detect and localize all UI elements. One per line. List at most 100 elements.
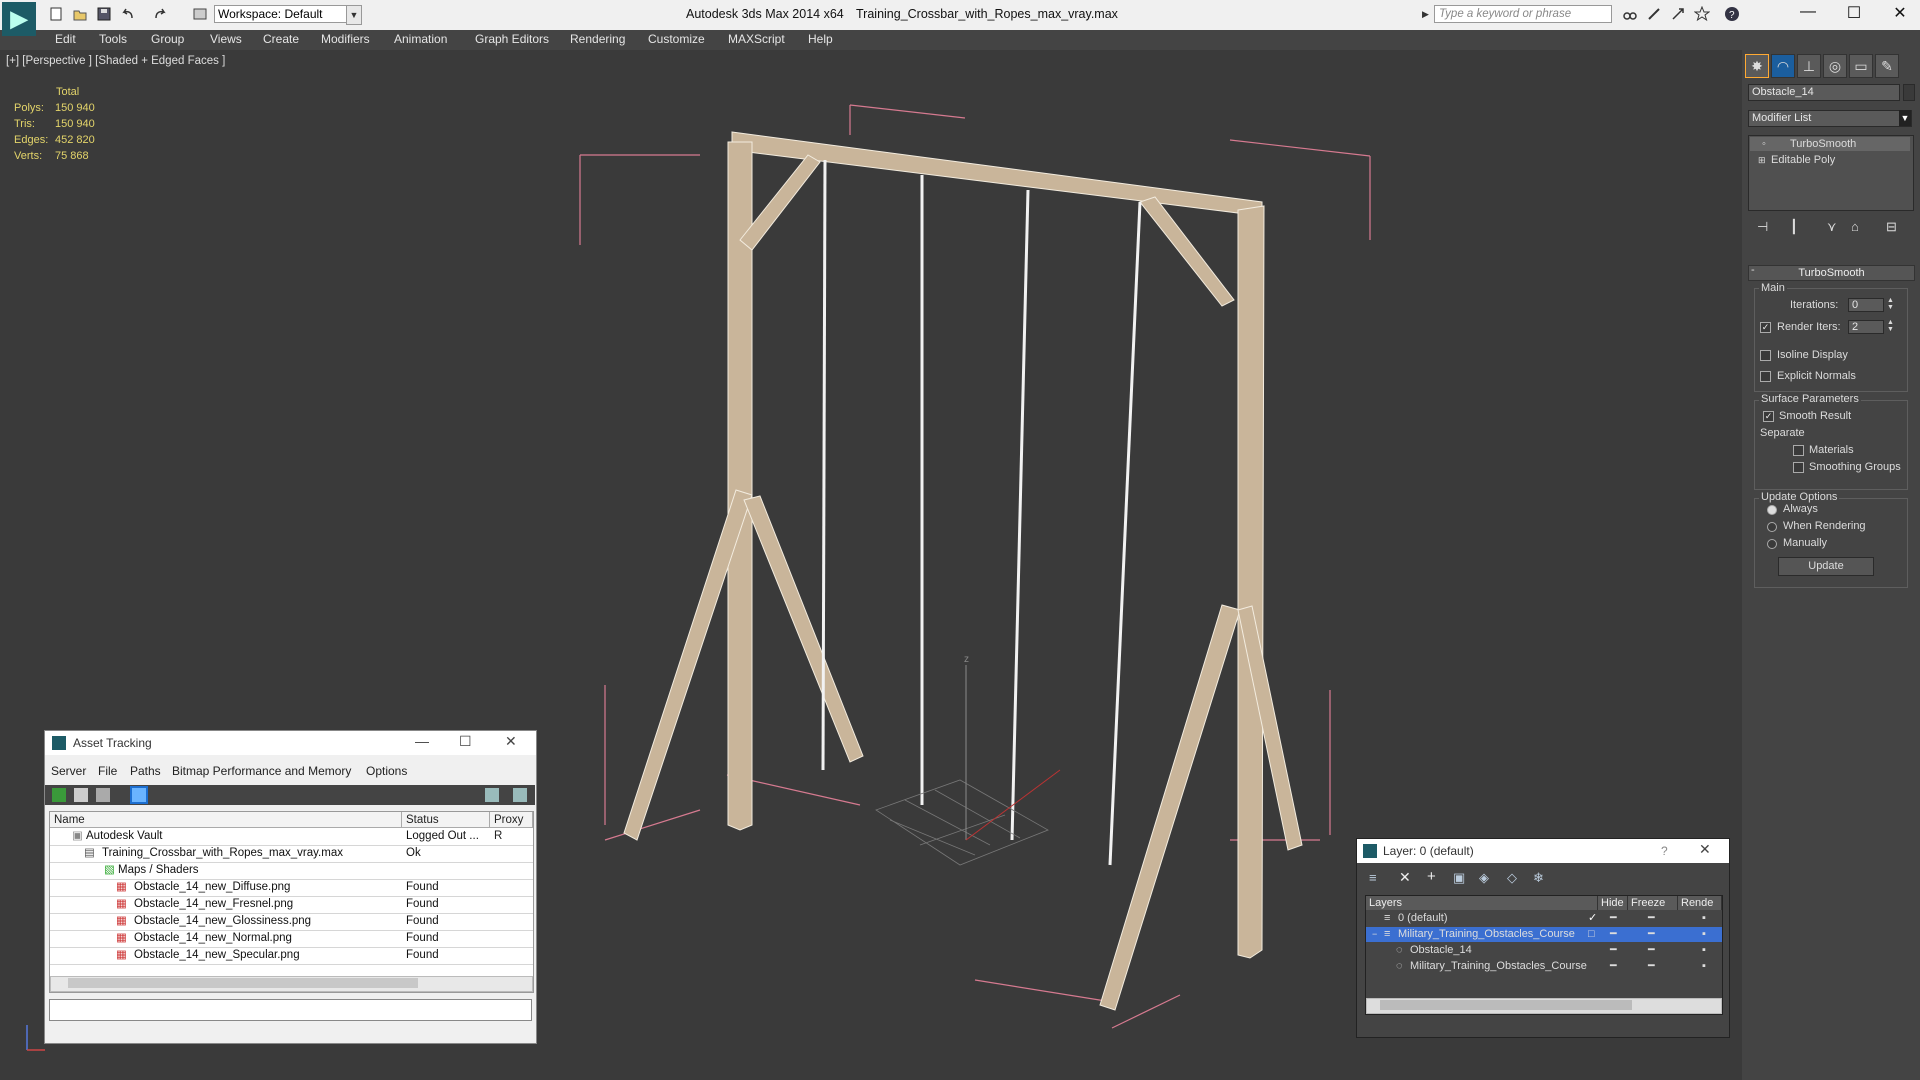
- layer-row[interactable]: ◌ Military_Training_Obstacles_Course ━ ━ ▪: [1366, 959, 1722, 974]
- stack-item-turbosmooth[interactable]: TurboSmooth: [1790, 138, 1856, 150]
- freeze-all-icon[interactable]: ❄: [1533, 870, 1544, 886]
- asset-scroll-thumb[interactable]: [68, 978, 418, 988]
- binoculars-icon[interactable]: [1622, 6, 1638, 22]
- turbosmooth-rollout-header[interactable]: TurboSmooth: [1748, 265, 1915, 281]
- subscription-icon[interactable]: [1646, 6, 1662, 22]
- save-icon[interactable]: [96, 6, 112, 22]
- render-toggle-icon[interactable]: ▪: [1702, 959, 1706, 974]
- menu-maxscript[interactable]: MAXScript: [728, 32, 785, 46]
- rollout-collapse-icon[interactable]: -: [1751, 264, 1755, 276]
- display-tab-icon[interactable]: ▭: [1849, 54, 1873, 78]
- stack-item-editable-poly[interactable]: Editable Poly: [1771, 154, 1835, 166]
- menu-customize[interactable]: Customize: [648, 32, 705, 46]
- layer-row[interactable]: ◌ Obstacle_14 ━ ━ ▪: [1366, 943, 1722, 958]
- render-iters-spinner-arrows-icon[interactable]: ▲ ▼: [1887, 319, 1894, 333]
- layer-scroll-thumb[interactable]: [1380, 1000, 1632, 1010]
- 3dsmax-logo-icon[interactable]: ▶: [2, 2, 36, 36]
- update-button[interactable]: Update: [1778, 557, 1874, 576]
- stack-bulb-icon[interactable]: ◦: [1762, 138, 1766, 150]
- layer-row[interactable]: ≡ 0 (default) ✓ ━ ━ ▪: [1366, 911, 1722, 926]
- asset-settings-icon[interactable]: [513, 788, 527, 802]
- object-color-swatch[interactable]: [1903, 84, 1915, 101]
- freeze-toggle-icon[interactable]: ━: [1648, 959, 1655, 974]
- refresh-icon[interactable]: [52, 788, 66, 802]
- render-toggle-icon[interactable]: ▪: [1702, 943, 1706, 958]
- table-row[interactable]: ▦ Obstacle_14_new_Normal.png Found: [50, 930, 533, 948]
- workspace-dropdown-arrow-icon[interactable]: ▼: [346, 5, 362, 25]
- asset-help-icon[interactable]: [485, 788, 499, 802]
- hide-toggle-icon[interactable]: ━: [1610, 959, 1617, 974]
- always-radio[interactable]: [1767, 505, 1777, 515]
- col-name[interactable]: Name: [50, 812, 402, 828]
- delete-layer-icon[interactable]: ✕: [1399, 869, 1411, 886]
- col-render[interactable]: Rende: [1678, 896, 1722, 910]
- col-hide[interactable]: Hide: [1598, 896, 1628, 910]
- modifier-list-arrow-icon[interactable]: ▼: [1899, 110, 1911, 126]
- layer-collapse-icon[interactable]: −: [1372, 927, 1377, 942]
- highlight-layer-icon[interactable]: ◈: [1479, 870, 1489, 886]
- list-view-icon[interactable]: [74, 788, 88, 802]
- minimize-icon[interactable]: —: [1788, 3, 1828, 21]
- render-toggle-icon[interactable]: ▪: [1702, 927, 1706, 942]
- layer-help-icon[interactable]: ?: [1661, 844, 1668, 858]
- materials-checkbox[interactable]: [1793, 445, 1804, 456]
- modifier-list-dropdown[interactable]: Modifier List: [1748, 110, 1912, 127]
- thumbnail-view-icon[interactable]: [96, 788, 110, 802]
- redo-icon[interactable]: [152, 6, 168, 22]
- menu-edit[interactable]: Edit: [55, 32, 76, 46]
- pin-stack-icon[interactable]: ⊣: [1757, 219, 1768, 235]
- asset-menu-file[interactable]: File: [98, 764, 117, 778]
- create-layer-icon[interactable]: ≡: [1369, 870, 1377, 885]
- menu-graph-editors[interactable]: Graph Editors: [475, 32, 549, 46]
- project-folder-icon[interactable]: [192, 6, 208, 22]
- freeze-toggle-icon[interactable]: ━: [1648, 927, 1655, 942]
- hide-toggle-icon[interactable]: ━: [1610, 943, 1617, 958]
- iterations-spinner[interactable]: 0: [1848, 298, 1884, 312]
- render-toggle-icon[interactable]: ▪: [1702, 911, 1706, 926]
- motion-tab-icon[interactable]: ◎: [1823, 54, 1847, 78]
- search-input[interactable]: Type a keyword or phrase: [1434, 5, 1612, 23]
- table-row[interactable]: ▦ Obstacle_14_new_Glossiness.png Found: [50, 913, 533, 931]
- menu-modifiers[interactable]: Modifiers: [321, 32, 370, 46]
- asset-menu-bitmap-performance[interactable]: Bitmap Performance and Memory: [172, 764, 351, 778]
- asset-menu-server[interactable]: Server: [51, 764, 86, 778]
- smoothing-groups-checkbox[interactable]: [1793, 462, 1804, 473]
- communication-center-icon[interactable]: [1670, 6, 1686, 22]
- col-status[interactable]: Status: [402, 812, 490, 828]
- hide-toggle-icon[interactable]: ━: [1610, 927, 1617, 942]
- freeze-toggle-icon[interactable]: ━: [1648, 943, 1655, 958]
- modify-tab-icon[interactable]: ◠: [1771, 54, 1795, 78]
- close-icon[interactable]: ✕: [1880, 3, 1920, 23]
- table-row[interactable]: ▧ Maps / Shaders: [50, 862, 533, 880]
- select-in-layer-icon[interactable]: ▣: [1453, 870, 1465, 886]
- remove-modifier-icon[interactable]: ⌂: [1851, 219, 1859, 234]
- table-row[interactable]: ▦ Obstacle_14_new_Fresnel.png Found: [50, 896, 533, 914]
- menu-tools[interactable]: Tools: [99, 32, 127, 46]
- hierarchy-tab-icon[interactable]: ⊥: [1797, 54, 1821, 78]
- smooth-result-checkbox[interactable]: ✓: [1763, 411, 1774, 422]
- stack-expand-icon[interactable]: ⊞: [1758, 155, 1766, 166]
- explicit-normals-checkbox[interactable]: [1760, 371, 1771, 382]
- render-iters-checkbox[interactable]: ✓: [1760, 322, 1771, 333]
- current-layer-check-icon[interactable]: ✓: [1588, 911, 1597, 926]
- new-file-icon[interactable]: [48, 6, 64, 22]
- menu-create[interactable]: Create: [263, 32, 299, 46]
- menu-help[interactable]: Help: [808, 32, 833, 46]
- make-unique-icon[interactable]: ⋎: [1827, 219, 1837, 235]
- freeze-toggle-icon[interactable]: ━: [1648, 911, 1655, 926]
- col-layers[interactable]: Layers: [1366, 896, 1598, 910]
- menu-group[interactable]: Group: [151, 32, 184, 46]
- when-rendering-radio[interactable]: [1767, 522, 1777, 532]
- table-view-icon[interactable]: [130, 786, 148, 804]
- table-row[interactable]: ▦ Obstacle_14_new_Specular.png Found: [50, 947, 533, 965]
- asset-maximize-icon[interactable]: ☐: [459, 733, 472, 750]
- layer-close-icon[interactable]: ✕: [1699, 841, 1711, 858]
- menu-animation[interactable]: Animation: [394, 32, 447, 46]
- asset-close-icon[interactable]: ✕: [505, 733, 517, 750]
- open-file-icon[interactable]: [72, 6, 88, 22]
- asset-menu-options[interactable]: Options: [366, 764, 407, 778]
- col-freeze[interactable]: Freeze: [1628, 896, 1678, 910]
- hide-toggle-icon[interactable]: ━: [1610, 911, 1617, 926]
- configure-sets-icon[interactable]: ⊟: [1886, 219, 1897, 235]
- favorites-star-icon[interactable]: [1694, 6, 1710, 22]
